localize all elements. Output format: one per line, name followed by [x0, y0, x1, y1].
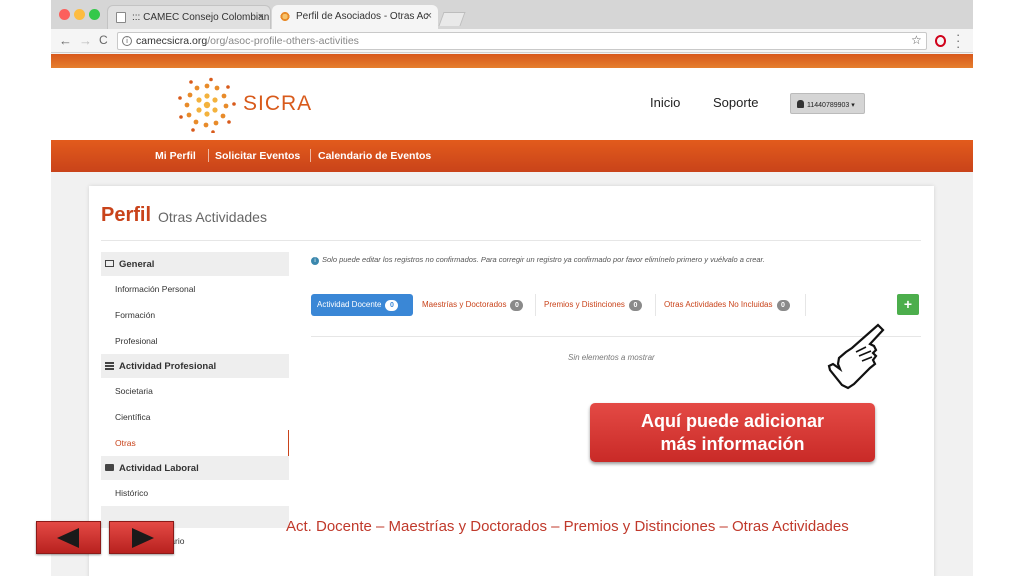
tab-title: Perfil de Asociados - Otras Ac: [296, 11, 429, 22]
add-info-callout: Aquí puede adicionar más información: [590, 403, 875, 462]
tab-label: Premios y Distinciones: [544, 300, 625, 309]
site-logo-text[interactable]: SICRA: [243, 92, 312, 116]
browser-tab-camec[interactable]: ::: CAMEC Consejo Colombian ×: [107, 5, 271, 29]
opera-icon[interactable]: [935, 35, 946, 47]
forward-arrow-icon[interactable]: →: [79, 33, 92, 48]
sidebar-section-actividad-laboral: Actividad Laboral: [101, 456, 289, 480]
tab-label: Otras Actividades No Incluidas: [664, 300, 773, 309]
nav-calendario-eventos[interactable]: Calendario de Eventos: [318, 150, 431, 162]
new-tab-button[interactable]: [438, 12, 466, 26]
callout-line-2: más información: [660, 434, 805, 454]
sidebar-section-title: Actividad Profesional: [119, 361, 217, 372]
next-slide-button[interactable]: [109, 521, 174, 554]
empty-state-text: Sin elementos a mostrar: [568, 353, 655, 362]
url-path: /org/asoc-profile-others-activities: [207, 35, 359, 47]
count-badge: 0: [776, 300, 790, 311]
minimize-window-button[interactable]: [74, 9, 85, 20]
tab-label: Actividad Docente: [317, 300, 382, 309]
back-arrow-icon[interactable]: ←: [59, 33, 72, 48]
sidebar-item-profesional[interactable]: Profesional: [101, 328, 289, 354]
reload-icon[interactable]: C: [99, 33, 108, 47]
tab-actividad-docente[interactable]: Actividad Docente 0: [311, 294, 413, 316]
sidebar-item-societaria[interactable]: Societaria: [101, 378, 289, 404]
sidebar-section-general: General: [101, 252, 289, 276]
info-circle-icon: i: [311, 257, 319, 265]
alert-text: Solo puede editar los registros no confi…: [322, 255, 765, 264]
count-badge: 0: [510, 300, 524, 311]
sicra-logo-icon[interactable]: [178, 77, 236, 133]
site-header: SICRA Inicio Soporte 11440789903 ▾: [51, 68, 973, 140]
profile-sidebar: General Información Personal Formación P…: [101, 252, 289, 554]
site-top-stripe: [51, 54, 973, 68]
page-subtitle: Otras Actividades: [158, 209, 267, 225]
sidebar-section-actividad-profesional: Actividad Profesional: [101, 354, 289, 378]
right-arrow-icon: [132, 528, 154, 548]
card-icon: [105, 260, 114, 267]
url-field[interactable]: i camecsicra.org/org/asoc-profile-others…: [117, 32, 927, 50]
sicra-favicon-icon: [280, 11, 290, 22]
info-alert: i Solo puede editar los registros no conf…: [311, 255, 765, 265]
nav-link-inicio[interactable]: Inicio: [650, 95, 680, 110]
callout-line-1: Aquí puede adicionar: [640, 411, 825, 431]
count-badge: 0: [385, 300, 399, 311]
browser-window: ::: CAMEC Consejo Colombian × Perfil de …: [51, 0, 973, 576]
add-record-button[interactable]: +: [897, 294, 919, 315]
sidebar-item-informacion-personal[interactable]: Información Personal: [101, 276, 289, 302]
page-title: Perfil: [101, 204, 152, 226]
sidebar-section-title: Actividad Laboral: [119, 463, 199, 474]
page-icon: [116, 12, 126, 23]
nav-separator: [310, 149, 311, 162]
main-navbar: Mi Perfil Solicitar Eventos Calendario d…: [51, 140, 973, 172]
nav-link-soporte[interactable]: Soporte: [713, 95, 759, 110]
maximize-window-button[interactable]: [89, 9, 100, 20]
pointing-hand-icon: [827, 323, 885, 390]
nav-solicitar-eventos[interactable]: Solicitar Eventos: [215, 150, 300, 162]
nav-mi-perfil[interactable]: Mi Perfil: [155, 150, 196, 162]
browser-menu-icon[interactable]: · · ·: [956, 28, 962, 53]
url-host: camecsicra.org: [136, 35, 208, 47]
info-icon[interactable]: i: [122, 36, 132, 46]
sidebar-item-formacion[interactable]: Formación: [101, 302, 289, 328]
close-window-button[interactable]: [59, 9, 70, 20]
count-badge: 0: [628, 300, 642, 311]
nav-separator: [208, 149, 209, 162]
browser-tab-bar: ::: CAMEC Consejo Colombian × Perfil de …: [51, 0, 973, 29]
slide-caption: Act. Docente – Maestrías y Doctorados – …: [286, 518, 849, 535]
sidebar-section-title: General: [119, 259, 155, 270]
previous-slide-button[interactable]: [36, 521, 101, 554]
briefcase-icon: [105, 464, 114, 471]
tab-title: ::: CAMEC Consejo Colombian: [132, 12, 270, 23]
title-divider: [101, 240, 921, 241]
presentation-slide: ::: CAMEC Consejo Colombian × Perfil de …: [0, 0, 1024, 576]
tab-otras-actividades-no-incluidas[interactable]: Otras Actividades No Incluidas 0: [658, 294, 806, 316]
list-icon: [105, 362, 114, 370]
bookmark-star-icon[interactable]: ☆: [911, 33, 922, 47]
sidebar-item-otras[interactable]: Otras: [101, 430, 289, 456]
sidebar-item-cientifica[interactable]: Científica: [101, 404, 289, 430]
tab-label: Maestrías y Doctorados: [422, 300, 507, 309]
tab-maestrias-doctorados[interactable]: Maestrías y Doctorados 0: [416, 294, 536, 316]
tab-premios-distinciones[interactable]: Premios y Distinciones 0: [538, 294, 656, 316]
user-id-label: 11440789903 ▾: [807, 102, 855, 109]
tab-close-icon[interactable]: ×: [258, 11, 264, 23]
user-icon: [797, 100, 804, 108]
sidebar-item-historico[interactable]: Histórico: [101, 480, 289, 506]
tab-close-icon[interactable]: ×: [426, 10, 432, 22]
user-menu-button[interactable]: 11440789903 ▾: [790, 93, 865, 114]
browser-tab-perfil[interactable]: Perfil de Asociados - Otras Ac ×: [272, 5, 438, 29]
left-arrow-icon: [57, 528, 79, 548]
address-bar-row: ← → C i camecsicra.org/org/asoc-profile-…: [51, 28, 973, 53]
